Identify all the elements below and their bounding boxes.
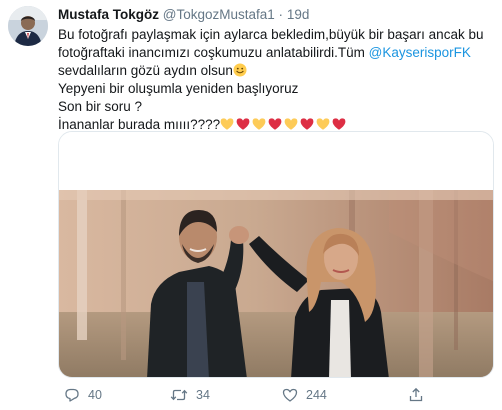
- tweet-line-4: Yepyeni bir oluşumla yeniden başlıyoruz: [58, 81, 299, 96]
- like-count: 244: [306, 388, 327, 402]
- tweet-actions: 40 34 244: [58, 386, 494, 406]
- reply-count: 40: [88, 388, 102, 402]
- avatar-photo: [8, 6, 48, 46]
- avatar[interactable]: [8, 6, 48, 46]
- tweet-header: Mustafa Tokgöz @TokgozMustafa1 · 19d: [58, 6, 494, 24]
- tweet-line-6-text: İnananlar burada mıııı????: [58, 117, 221, 132]
- red-heart-emoji-icon: [268, 118, 282, 130]
- heart-icon: [282, 388, 298, 402]
- tweet-line-3-text: sevdalıların gözü aydın olsun: [58, 63, 233, 78]
- reply-button[interactable]: 40: [64, 386, 102, 404]
- author-handle[interactable]: @TokgozMustafa1: [163, 7, 275, 22]
- retweet-button[interactable]: 34: [170, 386, 210, 404]
- tweet-line-2-text: fotoğraftaki inancımızı coşkumuzu anlata…: [58, 45, 369, 60]
- red-heart-emoji-icon: [300, 118, 314, 130]
- reply-icon: [65, 388, 79, 402]
- tweet-time[interactable]: 19d: [287, 7, 310, 22]
- tweet-line-5: Son bir soru ?: [58, 99, 143, 114]
- tweet-line-2: fotoğraftaki inancımızı coşkumuzu anlata…: [58, 44, 494, 62]
- smiling-face-emoji-icon: [233, 63, 247, 77]
- share-button[interactable]: [408, 386, 424, 404]
- share-icon: [409, 387, 423, 402]
- yellow-heart-emoji-icon: [316, 118, 330, 130]
- tweet-line-3: sevdalıların gözü aydın olsun: [58, 62, 494, 80]
- photo-two-people: [59, 132, 493, 377]
- mention-link[interactable]: @KayserisporFK: [369, 45, 471, 60]
- hearts-emoji-row: [220, 117, 348, 132]
- red-heart-emoji-icon: [236, 118, 250, 130]
- yellow-heart-emoji-icon: [252, 118, 266, 130]
- retweet-count: 34: [196, 388, 210, 402]
- tweet-content: Mustafa Tokgöz @TokgozMustafa1 · 19d Bu …: [58, 6, 494, 134]
- like-button[interactable]: 244: [282, 386, 327, 404]
- tweet-text: Bu fotoğrafı paylaşmak için aylarca bekl…: [58, 26, 494, 134]
- yellow-heart-emoji-icon: [284, 118, 298, 130]
- tweet-photo[interactable]: [58, 131, 494, 378]
- yellow-heart-emoji-icon: [220, 118, 234, 130]
- tweet-card[interactable]: Mustafa Tokgöz @TokgozMustafa1 · 19d Bu …: [0, 0, 502, 410]
- author-name[interactable]: Mustafa Tokgöz: [58, 7, 159, 22]
- tweet-line-1: Bu fotoğrafı paylaşmak için aylarca bekl…: [58, 27, 484, 42]
- red-heart-emoji-icon: [332, 118, 346, 130]
- retweet-icon: [170, 389, 188, 401]
- separator-dot: ·: [278, 7, 284, 22]
